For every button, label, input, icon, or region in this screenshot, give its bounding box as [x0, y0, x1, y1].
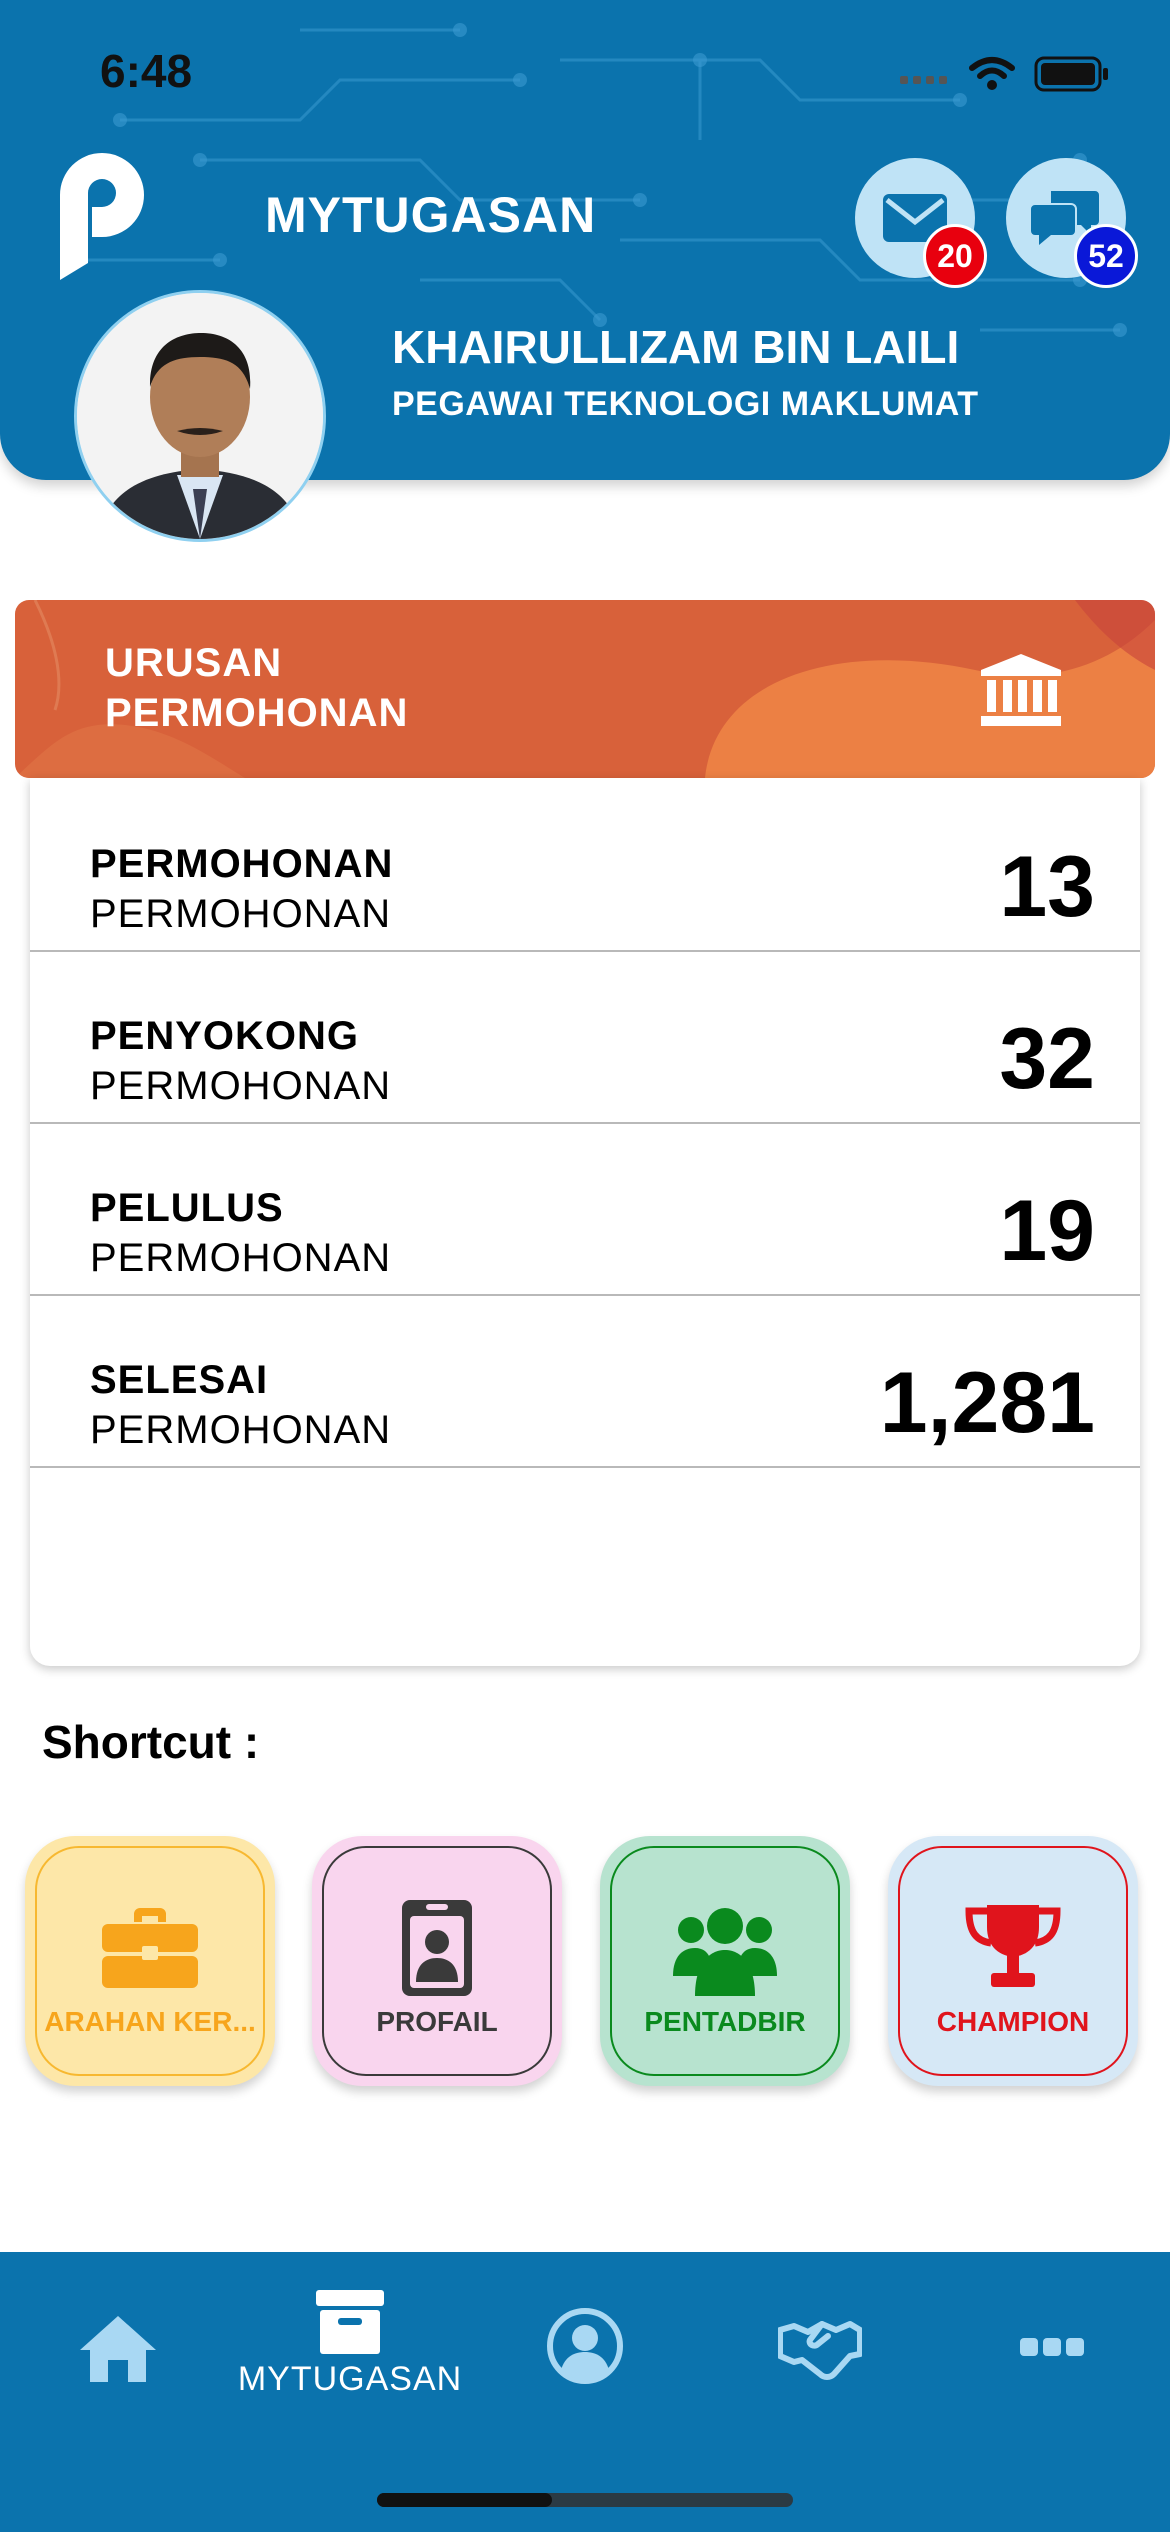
- id-badge-icon: [402, 1900, 472, 1996]
- shortcut-tile-inner: ARAHAN KER...: [35, 1846, 265, 2076]
- home-indicator[interactable]: [377, 2493, 793, 2507]
- status-icons: [900, 56, 1110, 92]
- summary-row-selesai[interactable]: SELESAI PERMOHONAN 1,281: [30, 1294, 1140, 1468]
- row-title: PENYOKONG: [90, 1014, 360, 1058]
- tab-label: MYTUGASAN: [237, 2360, 463, 2398]
- row-subtitle: PERMOHONAN: [90, 1064, 392, 1108]
- home-icon: [80, 2316, 156, 2382]
- wifi-icon: [969, 57, 1015, 90]
- user-circle-icon: [547, 2308, 623, 2384]
- tab-home[interactable]: [38, 2290, 198, 2410]
- row-title: PELULUS: [90, 1186, 284, 1230]
- briefcase-icon: [102, 1908, 198, 1988]
- mail-button[interactable]: 20: [855, 158, 987, 288]
- shortcut-tile-inner: CHAMPION: [898, 1846, 1128, 2076]
- summary-row-pelulus[interactable]: PELULUS PERMOHONAN 19: [30, 1122, 1140, 1296]
- shortcut-arahan-kerja[interactable]: ARAHAN KER...: [25, 1836, 275, 2086]
- row-count: 19: [999, 1183, 1095, 1279]
- summary-row-permohonan[interactable]: PERMOHONAN PERMOHONAN 13: [30, 778, 1140, 952]
- shortcut-heading: Shortcut :: [42, 1716, 260, 1768]
- trophy-icon: [965, 1905, 1061, 1987]
- shortcut-profail[interactable]: PROFAIL: [312, 1836, 562, 2086]
- tile-icon-wrap: [673, 1898, 777, 1998]
- avatar[interactable]: [74, 290, 326, 542]
- row-title: PERMOHONAN: [90, 842, 394, 886]
- archive-icon: [316, 2290, 384, 2354]
- tab-more[interactable]: [972, 2290, 1132, 2410]
- app-logo-icon: [60, 153, 144, 280]
- tab-profile[interactable]: [505, 2290, 665, 2410]
- card-header: URUSAN PERMOHONAN: [15, 600, 1155, 778]
- tile-icon-wrap: [965, 1898, 1061, 1998]
- handshake-icon: [778, 2321, 862, 2380]
- summary-row-penyokong[interactable]: PENYOKONG PERMOHONAN 32: [30, 950, 1140, 1124]
- card-title-line1: URUSAN: [105, 641, 283, 685]
- chat-button[interactable]: 52: [1006, 158, 1138, 288]
- row-title: SELESAI: [90, 1358, 269, 1402]
- shortcut-label: CHAMPION: [936, 2006, 1090, 2037]
- shortcut-label: PROFAIL: [376, 2006, 498, 2037]
- row-count: 13: [999, 839, 1095, 935]
- row-subtitle: PERMOHONAN: [90, 892, 392, 936]
- chat-badge: 52: [1074, 224, 1138, 288]
- row-subtitle: PERMOHONAN: [90, 1236, 392, 1280]
- application-summary-card: PERMOHONAN PERMOHONAN 13 PENYOKONG PERMO…: [30, 778, 1140, 1666]
- more-icon: [1020, 2338, 1084, 2356]
- shortcut-tile-inner: PROFAIL: [322, 1846, 552, 2076]
- shortcut-label: PENTADBIR: [644, 2006, 806, 2037]
- card-title-line2: PERMOHONAN: [105, 691, 409, 735]
- mail-badge: 20: [923, 224, 987, 288]
- app-title: MYTUGASAN: [265, 187, 597, 243]
- user-role: PEGAWAI TEKNOLOGI MAKLUMAT: [392, 385, 979, 423]
- shortcut-pentadbir[interactable]: PENTADBIR: [600, 1836, 850, 2086]
- card-title: URUSAN PERMOHONAN: [105, 638, 408, 738]
- tab-handshake[interactable]: [740, 2290, 900, 2410]
- row-count: 32: [999, 1011, 1095, 1107]
- user-name: KHAIRULLIZAM BIN LAILI: [392, 321, 960, 373]
- row-count: 1,281: [879, 1355, 1095, 1451]
- row-subtitle: PERMOHONAN: [90, 1408, 392, 1452]
- signal-icon: [900, 76, 947, 84]
- shortcut-champion[interactable]: CHAMPION: [888, 1836, 1138, 2086]
- tab-mytugasan[interactable]: MYTUGASAN: [238, 2290, 461, 2410]
- shortcut-label: ARAHAN KER...: [44, 2006, 256, 2037]
- status-time: 6:48: [100, 45, 193, 97]
- institution-icon: [981, 654, 1061, 726]
- tile-icon-wrap: [102, 1898, 198, 1998]
- avatar-photo: [77, 293, 323, 539]
- tile-icon-wrap: [402, 1898, 472, 1998]
- shortcut-tile-inner: PENTADBIR: [610, 1846, 840, 2076]
- users-icon: [673, 1908, 777, 1996]
- battery-icon: [1034, 56, 1108, 92]
